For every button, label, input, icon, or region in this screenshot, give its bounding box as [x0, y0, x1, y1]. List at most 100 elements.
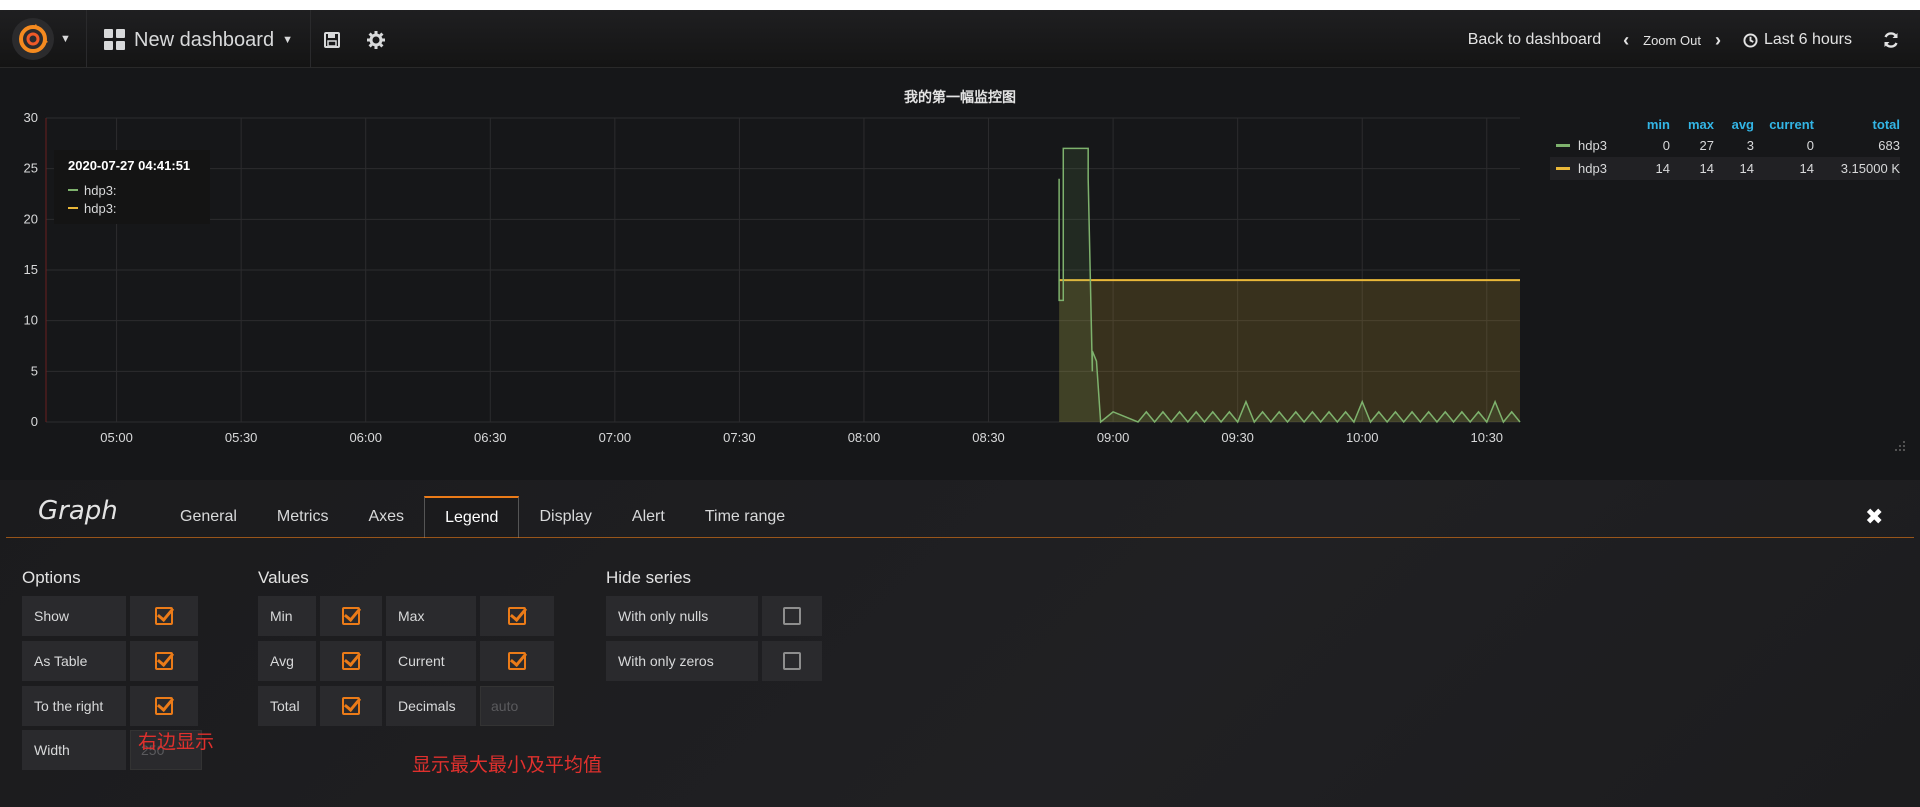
- graph-chart[interactable]: 0 5 10 15 20 25 30 05:00 05:30 06:00 06:30 07:00 07:…: [0, 100, 1530, 460]
- annotation-right-side: 右边显示: [138, 731, 215, 753]
- current-checkbox[interactable]: [480, 641, 554, 681]
- x-tick-label: 07:30: [723, 430, 756, 445]
- zoom-group: ‹ Zoom Out ›: [1623, 30, 1721, 51]
- legend-header-avg[interactable]: avg: [1714, 117, 1754, 132]
- save-button[interactable]: [320, 28, 344, 52]
- annotation-show-values: 显示最大最小及平均值: [412, 754, 603, 776]
- chevron-down-icon: ▼: [60, 33, 71, 45]
- tab-alert[interactable]: Alert: [612, 496, 685, 538]
- back-to-dashboard-link[interactable]: Back to dashboard: [1468, 31, 1601, 49]
- legend-table: min max avg current total hdp3 0 27 3 0 …: [1550, 114, 1900, 180]
- dashboard-grid-icon: [104, 29, 126, 51]
- legend-value-total: 3.15000 K: [1840, 161, 1900, 176]
- tab-axes[interactable]: Axes: [348, 496, 424, 538]
- to-the-right-checkbox[interactable]: [130, 686, 198, 726]
- x-tick-label: 09:00: [1097, 430, 1130, 445]
- legend-value-current: 0: [1806, 138, 1814, 153]
- only-nulls-checkbox[interactable]: [762, 596, 822, 636]
- value-avg-label: Avg: [258, 641, 316, 681]
- option-to-the-right-label: To the right: [22, 686, 126, 726]
- editor-divider: [6, 537, 1914, 538]
- clock-icon: [1743, 32, 1758, 48]
- x-tick-label: 08:30: [972, 430, 1005, 445]
- total-checkbox[interactable]: [320, 686, 382, 726]
- legend-value-min: 14: [1655, 161, 1670, 176]
- legend-row[interactable]: hdp3 0 27 3 0 683: [1550, 134, 1900, 157]
- series-swatch: [68, 207, 78, 209]
- editor-tabs: General Metrics Axes Legend Display Aler…: [160, 496, 805, 538]
- y-tick-label: 10: [24, 313, 38, 328]
- legend-header-min[interactable]: min: [1630, 117, 1670, 132]
- option-width-label: Width: [22, 730, 126, 770]
- legend-value-max: 14: [1699, 161, 1714, 176]
- series-swatch: [68, 189, 78, 191]
- legend-header-max[interactable]: max: [1670, 117, 1714, 132]
- legend-row[interactable]: hdp3 14 14 14 14 3.15000 K: [1550, 157, 1900, 180]
- tab-time-range[interactable]: Time range: [685, 496, 805, 538]
- y-tick-label: 0: [31, 414, 38, 429]
- value-total-label: Total: [258, 686, 316, 726]
- time-range-label: Last 6 hours: [1763, 31, 1852, 48]
- chevron-right-icon[interactable]: ›: [1715, 30, 1721, 51]
- decimals-input[interactable]: auto: [480, 686, 554, 726]
- value-decimals-label: Decimals: [386, 686, 476, 726]
- legend-series-name[interactable]: hdp3: [1578, 138, 1607, 153]
- series-swatch[interactable]: [1556, 167, 1570, 170]
- x-tick-label: 09:30: [1221, 430, 1254, 445]
- editor-title: Graph: [38, 496, 118, 526]
- refresh-button[interactable]: [1882, 31, 1900, 49]
- grafana-logo-icon: [12, 18, 54, 60]
- option-to-the-right-row: To the right: [22, 686, 198, 726]
- y-tick-label: 5: [31, 363, 38, 378]
- option-as-table-label: As Table: [22, 641, 126, 681]
- grafana-logo-button[interactable]: ▼: [12, 18, 74, 60]
- settings-button[interactable]: [364, 28, 388, 52]
- y-tick-label: 15: [24, 262, 38, 277]
- chevron-left-icon[interactable]: ‹: [1623, 30, 1629, 51]
- nav-right: Back to dashboard ‹ Zoom Out › Last 6 ho…: [1446, 26, 1900, 54]
- top-strip: [0, 0, 1920, 10]
- x-tick-label: 07:00: [599, 430, 632, 445]
- option-as-table-row: As Table: [22, 641, 198, 681]
- option-show-row: Show: [22, 596, 198, 636]
- x-tick-label: 06:30: [474, 430, 507, 445]
- legend-value-current: 14: [1799, 161, 1814, 176]
- tab-display[interactable]: Display: [519, 496, 611, 538]
- legend-value-avg: 3: [1746, 138, 1754, 153]
- chevron-down-icon: ▼: [282, 34, 293, 46]
- series-swatch[interactable]: [1556, 144, 1570, 147]
- legend-header: min max avg current total: [1550, 114, 1900, 134]
- close-icon: ✖: [1865, 504, 1884, 529]
- legend-header-total[interactable]: total: [1814, 117, 1900, 132]
- show-checkbox[interactable]: [130, 596, 198, 636]
- tooltip-time: 2020-07-27 04:41:51: [68, 158, 191, 173]
- x-tick-label: 05:30: [225, 430, 258, 445]
- zoom-out-button[interactable]: Zoom Out: [1643, 33, 1701, 48]
- legend-series-name[interactable]: hdp3: [1578, 161, 1607, 176]
- hide-nulls-row: With only nulls: [606, 596, 822, 636]
- x-tick-label: 05:00: [100, 430, 133, 445]
- value-min-label: Min: [258, 596, 316, 636]
- avg-checkbox[interactable]: [320, 641, 382, 681]
- legend-header-current[interactable]: current: [1754, 117, 1814, 132]
- tab-legend[interactable]: Legend: [424, 496, 520, 538]
- as-table-checkbox[interactable]: [130, 641, 198, 681]
- legend-value-total: 683: [1878, 138, 1900, 153]
- min-checkbox[interactable]: [320, 596, 382, 636]
- dashboard-picker-button[interactable]: New dashboard ▼: [104, 26, 293, 54]
- tab-metrics[interactable]: Metrics: [257, 496, 349, 538]
- values-row-1: Min Max: [258, 596, 554, 636]
- panel-resize-handle-icon[interactable]: [1894, 440, 1906, 452]
- refresh-icon: [1884, 32, 1898, 48]
- close-editor-button[interactable]: ✖: [1865, 504, 1883, 530]
- tab-general[interactable]: General: [160, 496, 257, 538]
- y-tick-label: 30: [24, 110, 38, 125]
- only-zeros-checkbox[interactable]: [762, 641, 822, 681]
- save-icon: [324, 32, 340, 48]
- time-range-picker[interactable]: Last 6 hours: [1743, 31, 1852, 49]
- y-tick-label: 20: [24, 211, 38, 226]
- max-checkbox[interactable]: [480, 596, 554, 636]
- back-to-dashboard-label: Back to dashboard: [1467, 31, 1602, 48]
- tooltip-row: hdp3:: [68, 199, 196, 217]
- navbar: ▼ New dashboard ▼ Back to dashboard ‹ Zo…: [0, 10, 1920, 68]
